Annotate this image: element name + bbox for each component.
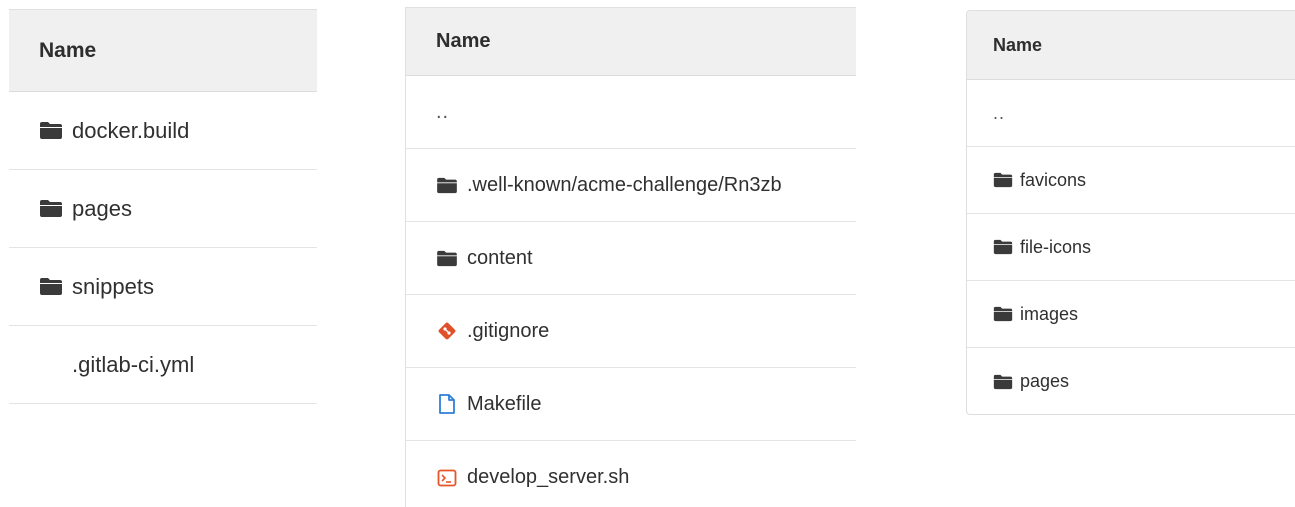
list-item-pages[interactable]: pages [9,170,317,248]
list-item-favicons[interactable]: favicons [967,147,1295,214]
list-item-images[interactable]: images [967,281,1295,348]
list-item-label[interactable]: content [467,247,533,270]
list-item-pages[interactable]: pages [967,348,1295,414]
list-item-label[interactable]: favicons [1020,170,1086,191]
list-item-gitignore[interactable]: .gitignore [406,295,856,368]
column-header-name[interactable]: Name [967,11,1295,80]
list-item-label[interactable]: snippets [72,274,154,300]
file-list-panel-3: Name .. favicons file-icons images pages [966,10,1295,415]
folder-icon [993,239,1013,255]
list-item-parent-dir[interactable]: .. [406,76,856,149]
file-list-panel-1: Name docker.build pages snippets .gitlab… [9,9,317,423]
column-header-name[interactable]: Name [406,8,856,76]
list-item-develop-server[interactable]: develop_server.sh [406,441,856,507]
folder-icon [39,121,63,140]
parent-directory-link[interactable]: .. [993,103,1005,124]
folder-icon [39,199,63,218]
list-item-gitlab-ci[interactable]: .gitlab-ci.yml [9,326,317,404]
file-list-panel-2: Name .. .well-known/acme-challenge/Rn3zb… [405,7,856,507]
list-item-label[interactable]: .well-known/acme-challenge/Rn3zb [467,174,782,197]
list-item-file-icons[interactable]: file-icons [967,214,1295,281]
list-item-label[interactable]: Makefile [467,393,541,416]
file-icon [436,393,458,415]
list-item-well-known[interactable]: .well-known/acme-challenge/Rn3zb [406,149,856,222]
list-item-label[interactable]: docker.build [72,118,189,144]
list-item-label[interactable]: pages [1020,371,1069,392]
folder-icon [436,177,458,194]
folder-icon [39,277,63,296]
list-item-label[interactable]: .gitignore [467,320,549,343]
list-item-makefile[interactable]: Makefile [406,368,856,441]
list-item-label[interactable]: develop_server.sh [467,466,629,489]
list-item-content[interactable]: content [406,222,856,295]
folder-icon [436,250,458,267]
list-item-snippets[interactable]: snippets [9,248,317,326]
list-item-docker-build[interactable]: docker.build [9,92,317,170]
folder-icon [993,306,1013,322]
parent-directory-link[interactable]: .. [436,101,449,124]
git-icon [436,321,458,341]
list-item-parent-dir[interactable]: .. [967,80,1295,147]
folder-icon [993,172,1013,188]
list-item-label[interactable]: file-icons [1020,237,1091,258]
list-item-label[interactable]: images [1020,304,1078,325]
list-item-label[interactable]: pages [72,196,132,222]
column-header-name[interactable]: Name [9,10,317,92]
terminal-icon [436,468,458,488]
list-item-label[interactable]: .gitlab-ci.yml [72,352,194,378]
folder-icon [993,374,1013,390]
